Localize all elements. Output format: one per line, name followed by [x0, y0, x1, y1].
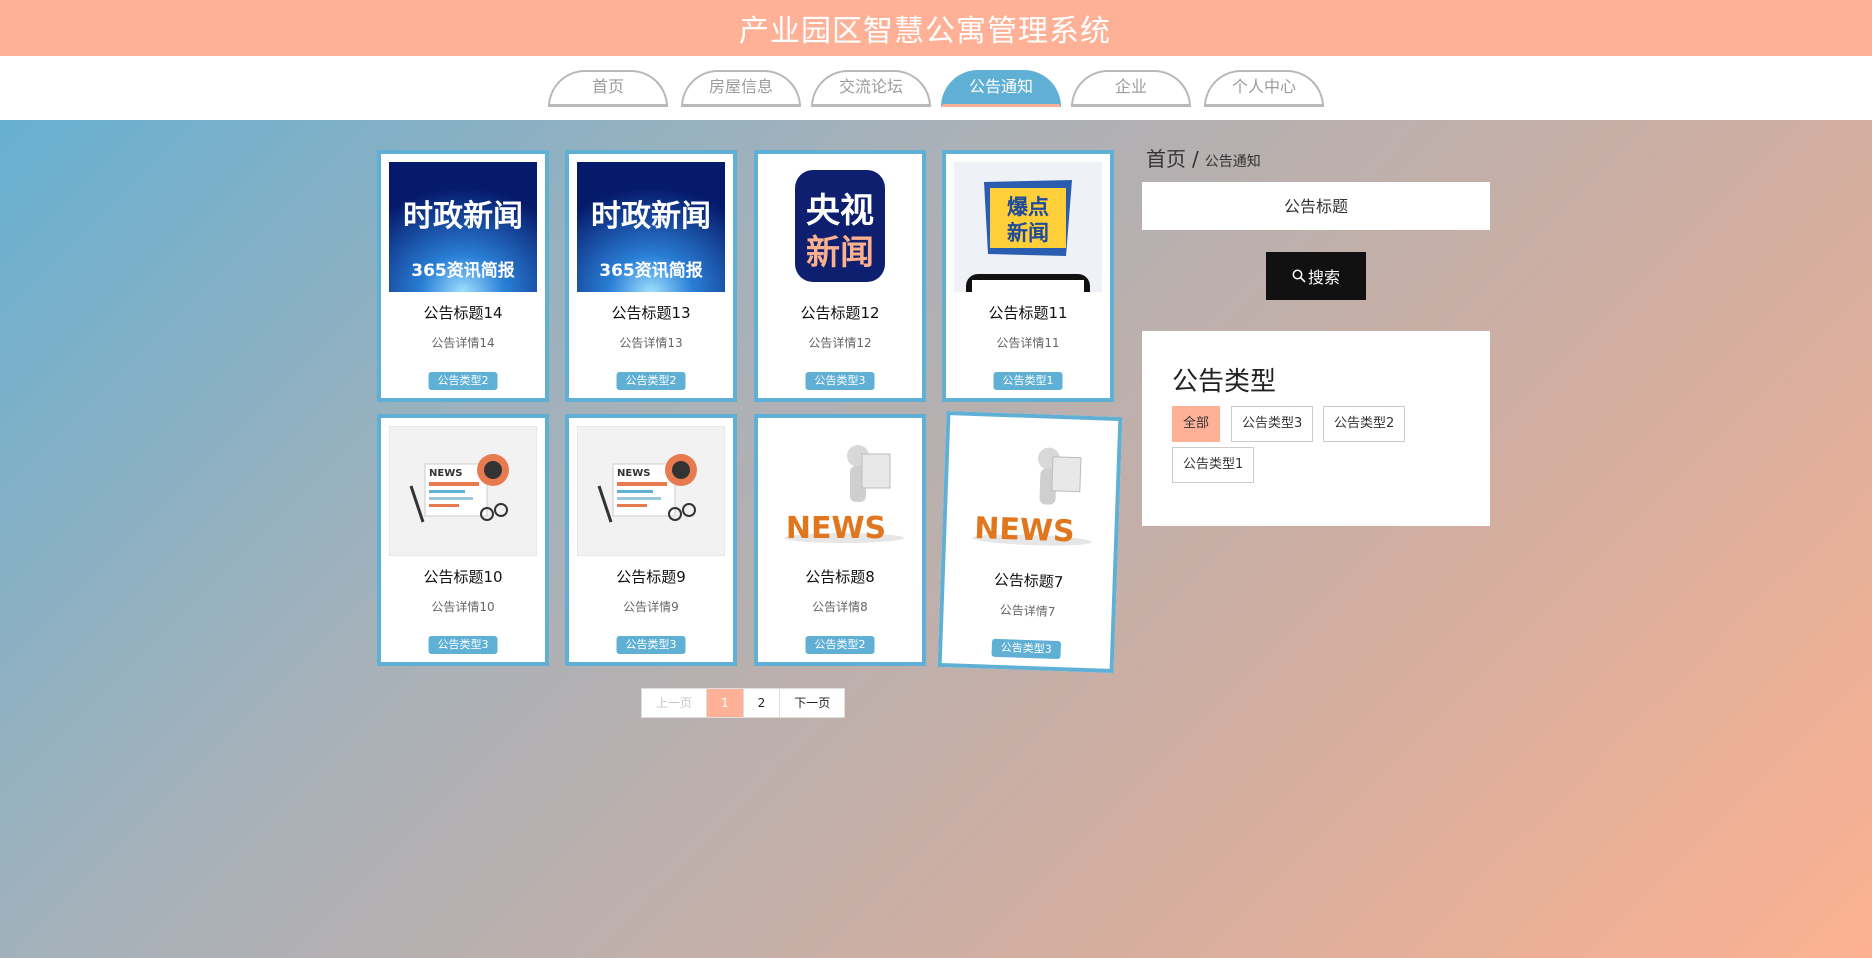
notice-type-badge: 公告类型2	[616, 372, 686, 390]
prev-page-button[interactable]: 上一页	[642, 689, 708, 717]
notice-detail: 公告详情9	[623, 600, 679, 614]
type-filter-title: 公告类型	[1172, 367, 1277, 397]
breadcrumb-separator: /	[1192, 147, 1199, 171]
pagination: 上一页 1 2 下一页	[641, 688, 846, 718]
notice-title[interactable]: 公告标题12	[758, 302, 922, 323]
notice-image: 时政新闻 365资讯简报	[389, 162, 537, 292]
svg-text:365资讯简报: 365资讯简报	[411, 260, 515, 281]
svg-text:新闻: 新闻	[1007, 221, 1049, 245]
type-chip-3[interactable]: 公告类型3	[1231, 406, 1314, 442]
svg-text:爆点: 爆点	[1007, 195, 1049, 219]
nav-tab-company[interactable]: 企业	[1071, 70, 1191, 107]
notice-detail: 公告详情10	[431, 600, 495, 614]
nav-tab-forum[interactable]: 交流论坛	[811, 70, 931, 107]
breadcrumb: 首页 / 公告通知	[1146, 143, 1261, 172]
notice-detail: 公告详情11	[996, 336, 1060, 350]
type-chip-2[interactable]: 公告类型2	[1323, 406, 1406, 442]
notice-title[interactable]: 公告标题8	[758, 566, 922, 587]
breadcrumb-home[interactable]: 首页	[1146, 147, 1186, 171]
notice-title[interactable]: 公告标题13	[569, 302, 733, 323]
notice-title[interactable]: 公告标题10	[381, 566, 545, 587]
notice-card[interactable]: NEWS 公告标题8 公告详情8 公告类型2	[754, 414, 926, 666]
notice-detail: 公告详情7	[999, 602, 1056, 619]
notice-type-badge: 公告类型3	[428, 636, 498, 654]
notice-title[interactable]: 公告标题9	[569, 566, 733, 587]
notice-card[interactable]: 央视 新闻 公告标题12 公告详情12 公告类型3	[754, 150, 926, 402]
notice-card[interactable]: NEWS 公告标题9 公告详情9 公告类型3	[565, 414, 737, 666]
notice-type-badge: 公告类型3	[616, 636, 686, 654]
notice-image: 央视 新闻	[766, 162, 914, 292]
next-page-button[interactable]: 下一页	[780, 689, 845, 717]
nav-bar: 首页 房屋信息 交流论坛 公告通知 企业 个人中心	[0, 56, 1872, 120]
notice-detail: 公告详情12	[808, 336, 872, 350]
svg-text:365资讯简报: 365资讯简报	[599, 260, 703, 281]
type-chip-1[interactable]: 公告类型1	[1172, 447, 1255, 483]
notice-title[interactable]: 公告标题11	[946, 302, 1110, 323]
type-filter-panel: 公告类型 全部 公告类型3 公告类型2 公告类型1	[1142, 331, 1490, 526]
header-bar: 产业园区智慧公寓管理系统	[0, 0, 1872, 56]
notice-image: NEWS	[577, 426, 725, 556]
notice-card[interactable]: 时政新闻 365资讯简报 公告标题13 公告详情13 公告类型2	[565, 150, 737, 402]
notice-detail: 公告详情13	[619, 336, 683, 350]
notice-type-badge: 公告类型2	[805, 636, 875, 654]
notice-image: NEWS	[766, 426, 914, 556]
search-button-label: 搜索	[1307, 268, 1340, 287]
search-icon	[1292, 269, 1306, 283]
notice-title[interactable]: 公告标题7	[944, 567, 1113, 594]
notice-card[interactable]: 时政新闻 365资讯简报 公告标题14 公告详情14 公告类型2	[377, 150, 549, 402]
svg-text:新闻: 新闻	[806, 233, 874, 273]
notice-type-badge: 公告类型3	[805, 372, 875, 390]
svg-text:NEWS: NEWS	[617, 468, 650, 479]
notice-image: NEWS	[389, 426, 537, 556]
notice-type-badge: 公告类型2	[428, 372, 498, 390]
nav-tab-profile[interactable]: 个人中心	[1204, 70, 1324, 107]
notice-card[interactable]: NEWS 公告标题10 公告详情10 公告类型3	[377, 414, 549, 666]
notice-detail: 公告详情8	[812, 600, 868, 614]
breadcrumb-current: 公告通知	[1204, 154, 1261, 170]
search-button[interactable]: 搜索	[1266, 252, 1366, 300]
notice-detail: 公告详情14	[431, 336, 495, 350]
svg-text:NEWS: NEWS	[974, 511, 1075, 549]
nav-tab-home[interactable]: 首页	[548, 70, 668, 107]
site-title: 产业园区智慧公寓管理系统	[739, 14, 1111, 49]
page-button-1[interactable]: 1	[707, 689, 744, 717]
nav-tab-houses[interactable]: 房屋信息	[681, 70, 801, 107]
notice-image: 爆点 新闻	[954, 162, 1102, 292]
page-button-2[interactable]: 2	[743, 689, 781, 717]
svg-text:时政新闻: 时政新闻	[591, 199, 711, 234]
svg-text:央视: 央视	[806, 191, 874, 231]
notice-image: NEWS	[953, 425, 1106, 561]
notice-card[interactable]: 爆点 新闻 公告标题11 公告详情11 公告类型1	[942, 150, 1114, 402]
notice-image: 时政新闻 365资讯简报	[577, 162, 725, 292]
notice-card[interactable]: NEWS 公告标题7 公告详情7 公告类型3	[937, 411, 1123, 673]
svg-text:时政新闻: 时政新闻	[403, 199, 523, 234]
search-input[interactable]	[1142, 182, 1490, 230]
nav-tab-notices[interactable]: 公告通知	[941, 70, 1061, 107]
svg-text:NEWS: NEWS	[786, 511, 886, 546]
type-chip-all[interactable]: 全部	[1172, 406, 1221, 442]
notice-title[interactable]: 公告标题14	[381, 302, 545, 323]
notice-type-badge: 公告类型1	[993, 372, 1063, 390]
notice-type-badge: 公告类型3	[991, 638, 1062, 660]
svg-text:NEWS: NEWS	[429, 468, 462, 479]
